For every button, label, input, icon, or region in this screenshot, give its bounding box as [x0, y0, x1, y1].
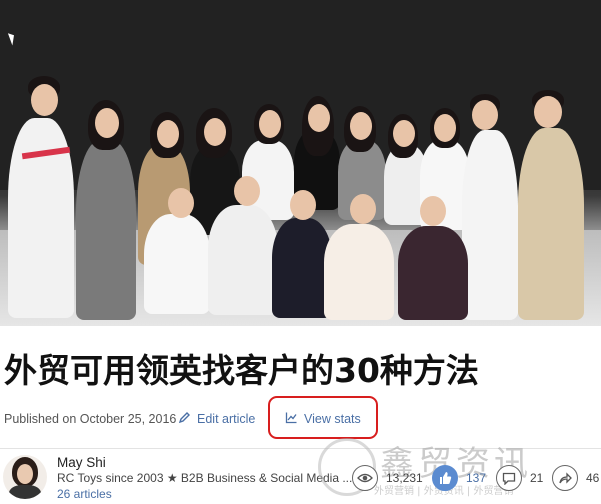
- photo-person-head: [168, 188, 194, 218]
- comments-count: 21: [530, 471, 544, 485]
- likes-count: 137: [466, 471, 487, 485]
- photo-person-head: [259, 110, 281, 138]
- photo-person-head: [350, 194, 376, 224]
- annotation-highlight-circle: [268, 396, 378, 439]
- photo-person-head: [204, 118, 226, 146]
- author-avatar[interactable]: [3, 455, 47, 499]
- divider: [0, 448, 601, 449]
- article-cover-photo: [0, 0, 601, 326]
- published-date: Published on October 25, 2016: [4, 412, 177, 426]
- photo-person: [324, 224, 394, 320]
- share-icon[interactable]: [552, 465, 578, 491]
- shares-count: 46: [586, 471, 600, 485]
- edit-article-link[interactable]: Edit article: [178, 411, 255, 427]
- photo-person-head: [308, 104, 330, 132]
- photo-person-head: [95, 108, 119, 138]
- like-thumbs-up-icon[interactable]: [432, 465, 458, 491]
- views-eye-icon[interactable]: [352, 465, 378, 491]
- comment-icon[interactable]: [496, 465, 522, 491]
- author-name[interactable]: May Shi: [57, 455, 106, 470]
- photo-person-head: [534, 96, 562, 128]
- photo-person: [398, 226, 468, 320]
- photo-person: [76, 140, 136, 320]
- photo-person-head: [420, 196, 446, 226]
- photo-person: [144, 214, 210, 314]
- photo-person-head: [290, 190, 316, 220]
- photo-person-head: [157, 120, 179, 148]
- edit-article-label: Edit article: [197, 412, 256, 426]
- photo-person: [518, 128, 584, 320]
- photo-person-head: [234, 176, 260, 206]
- photo-person-head: [472, 100, 498, 130]
- photo-person: [272, 218, 332, 318]
- article-title: 外贸可用领英找客户的30种方法: [4, 351, 479, 390]
- pencil-icon: [178, 411, 191, 427]
- photo-person-head: [393, 120, 415, 147]
- photo-person: [208, 205, 278, 315]
- photo-person-head: [350, 112, 372, 140]
- author-articles-link[interactable]: 26 articles: [57, 487, 112, 501]
- photo-person-head: [31, 84, 58, 116]
- views-count: 13,231: [386, 471, 423, 485]
- photo-person-head: [434, 114, 456, 142]
- author-headline: RC Toys since 2003 ★ B2B Business & Soci…: [57, 471, 353, 485]
- photo-person: [462, 130, 518, 320]
